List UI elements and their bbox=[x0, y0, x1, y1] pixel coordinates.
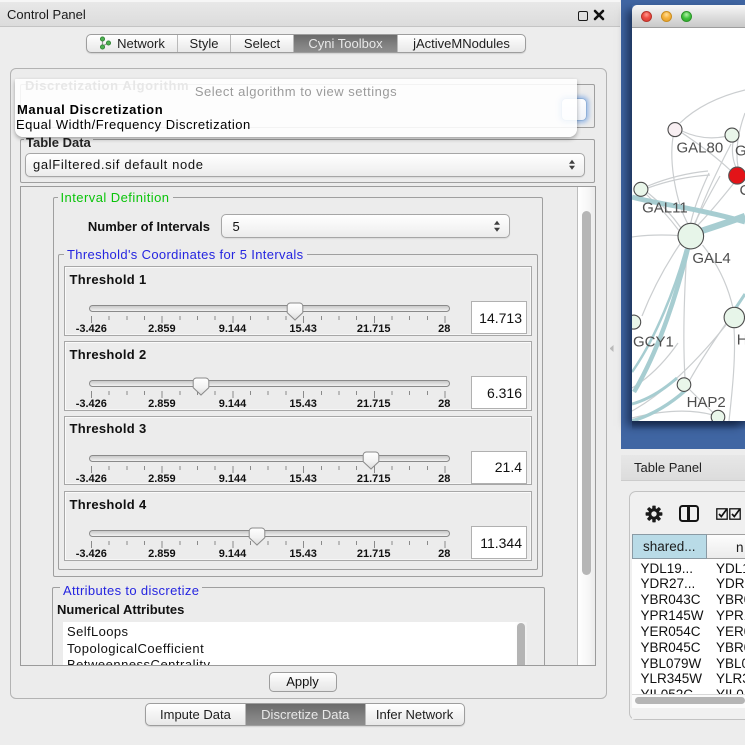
svg-text:GA: GA bbox=[735, 143, 745, 160]
svg-text:GAL11: GAL11 bbox=[642, 200, 688, 217]
svg-text:H: H bbox=[737, 331, 745, 348]
svg-text:HAP2: HAP2 bbox=[687, 394, 726, 411]
svg-text:CY: CY bbox=[740, 182, 745, 199]
svg-text:GCY1: GCY1 bbox=[633, 334, 674, 351]
svg-text:GAL80: GAL80 bbox=[677, 140, 724, 157]
svg-text:GAL4: GAL4 bbox=[692, 250, 730, 267]
